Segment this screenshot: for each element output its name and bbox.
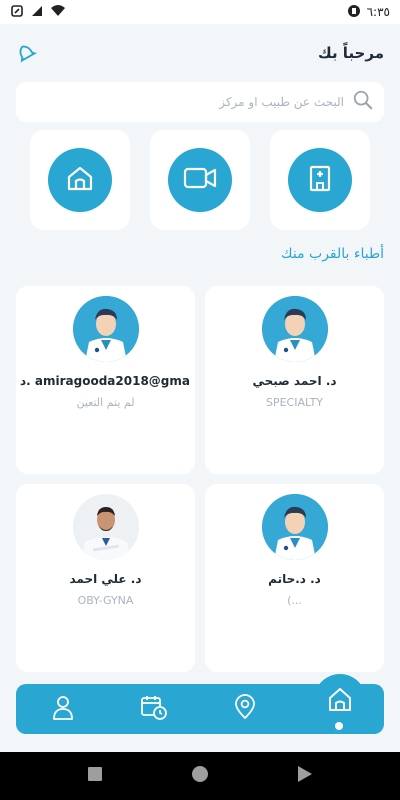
doctor-avatar bbox=[262, 494, 328, 560]
doctor-specialty: SPECIALTY bbox=[265, 396, 324, 409]
nav-appointments[interactable] bbox=[139, 694, 169, 724]
home-icon bbox=[326, 685, 354, 717]
status-bar: ٦:٣٥ bbox=[0, 0, 400, 24]
home-visit-card[interactable] bbox=[30, 130, 130, 230]
battery-icon bbox=[347, 4, 361, 21]
nearby-doctors-title: أطباء بالقرب منك bbox=[281, 246, 384, 262]
signal-icon bbox=[30, 4, 44, 21]
doctor-avatar bbox=[262, 296, 328, 362]
status-right: ٦:٣٥ bbox=[347, 4, 390, 21]
home-visit-button[interactable] bbox=[48, 148, 112, 212]
doctor-specialty: OBY-GYNA bbox=[77, 594, 134, 607]
doctor-specialty: لم يتم التعين bbox=[76, 396, 135, 409]
doctor-specialty: (... bbox=[287, 594, 302, 607]
hospital-button[interactable] bbox=[288, 148, 352, 212]
location-pin-icon bbox=[234, 694, 256, 724]
header: مرحباً بك bbox=[14, 40, 384, 66]
doctor-avatar bbox=[73, 296, 139, 362]
search-icon[interactable] bbox=[352, 89, 374, 115]
wifi-icon bbox=[50, 4, 66, 21]
nav-profile[interactable] bbox=[48, 694, 78, 724]
doctor-name: د. amiragooda2018@gmail bbox=[20, 374, 191, 388]
nav-active-indicator bbox=[335, 722, 343, 730]
calendar-clock-icon bbox=[140, 694, 168, 724]
doctor-name: د. د.حاتم bbox=[268, 572, 321, 586]
hospital-icon bbox=[304, 162, 336, 198]
search-input[interactable] bbox=[64, 95, 344, 109]
home-button[interactable] bbox=[191, 765, 209, 787]
hospital-card[interactable] bbox=[270, 130, 370, 230]
nav-map[interactable] bbox=[230, 694, 260, 724]
quick-actions bbox=[30, 130, 370, 230]
doctor-card[interactable]: د. amiragooda2018@gmail لم يتم التعين bbox=[16, 286, 195, 474]
greeting-title: مرحباً بك bbox=[317, 44, 384, 62]
bottom-nav bbox=[16, 674, 384, 734]
video-call-button[interactable] bbox=[168, 148, 232, 212]
nav-home[interactable] bbox=[325, 686, 355, 716]
doctor-name: د. احمد صبحي bbox=[252, 374, 337, 388]
video-camera-icon bbox=[182, 162, 218, 198]
back-button[interactable] bbox=[297, 765, 313, 787]
status-left bbox=[10, 4, 66, 21]
doctor-card[interactable]: د. احمد صبحي SPECIALTY bbox=[205, 286, 384, 474]
video-call-card[interactable] bbox=[150, 130, 250, 230]
notification-icon bbox=[10, 4, 24, 21]
system-nav-bar bbox=[0, 752, 400, 800]
doctor-card[interactable]: د. د.حاتم (... bbox=[205, 484, 384, 672]
doctor-photo bbox=[73, 494, 139, 560]
app-screen: مرحباً بك البحث عن طبيب او مركز أطباء با… bbox=[0, 24, 400, 752]
bell-icon[interactable] bbox=[14, 41, 38, 65]
user-icon bbox=[51, 694, 75, 724]
doctor-card[interactable]: د. علي احمد OBY-GYNA bbox=[16, 484, 195, 672]
search-bar[interactable] bbox=[16, 82, 384, 122]
home-icon bbox=[64, 162, 96, 198]
status-time: ٦:٣٥ bbox=[366, 5, 390, 19]
doctor-name: د. علي احمد bbox=[69, 572, 142, 586]
recent-apps-button[interactable] bbox=[87, 766, 103, 786]
